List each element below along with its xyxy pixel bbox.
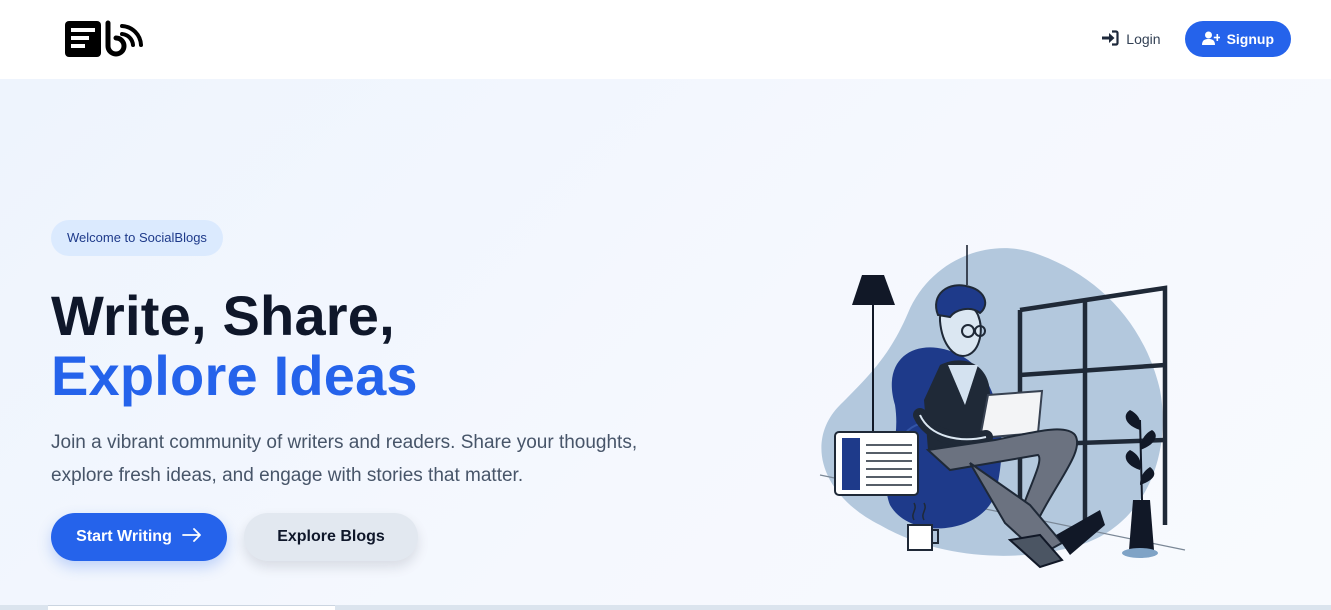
- explore-blogs-button[interactable]: Explore Blogs: [244, 513, 418, 561]
- hero-description: Join a vibrant community of writers and …: [51, 432, 638, 486]
- start-writing-label: Start Writing: [76, 528, 172, 545]
- top-navbar: Login Signup: [0, 0, 1331, 79]
- welcome-badge: Welcome to SocialBlogs: [51, 220, 223, 256]
- user-plus-icon: [1201, 31, 1221, 48]
- nav-actions: Login Signup: [1101, 21, 1291, 57]
- arrow-right-icon: [181, 527, 202, 547]
- login-link[interactable]: Login: [1101, 29, 1161, 49]
- blog-rss-logo-icon[interactable]: [64, 20, 146, 60]
- hero-headline: Write, Share, Explore Ideas: [51, 286, 418, 406]
- sign-in-icon: [1101, 29, 1119, 49]
- signup-button[interactable]: Signup: [1184, 21, 1291, 57]
- start-writing-button[interactable]: Start Writing: [51, 513, 227, 561]
- hero-section: Welcome to SocialBlogs Write, Share, Exp…: [0, 79, 1331, 610]
- next-section-card-edge: [48, 605, 335, 610]
- man-reading-on-beanbag-illustration: [800, 205, 1200, 590]
- signup-label: Signup: [1226, 31, 1274, 47]
- headline-line-2: Explore Ideas: [51, 344, 418, 407]
- headline-line-1: Write, Share,: [51, 284, 395, 347]
- login-label: Login: [1126, 31, 1161, 47]
